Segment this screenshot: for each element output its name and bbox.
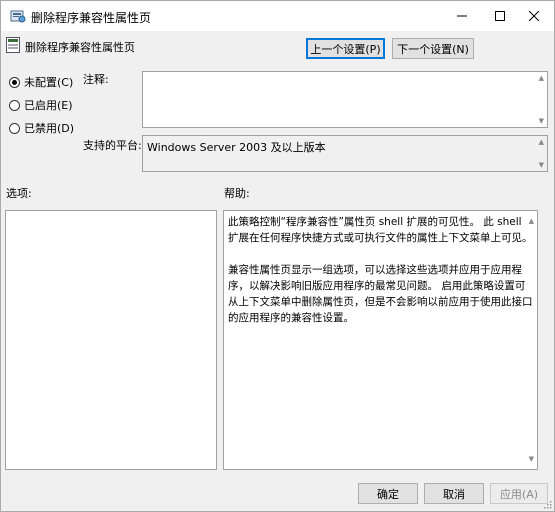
- next-setting-button[interactable]: 下一个设置(N): [392, 38, 474, 59]
- help-paragraph: 兼容性属性页显示一组选项，可以选择这些选项并应用于应用程序，以解决影响旧版应用程…: [228, 264, 533, 324]
- help-pane[interactable]: 此策略控制“程序兼容性”属性页 shell 扩展的可见性。 此 shell 扩展…: [223, 210, 538, 470]
- radio-label: 已禁用(D): [24, 122, 75, 135]
- comment-label: 注释:: [83, 73, 109, 86]
- supported-platform-value: Windows Server 2003 及以上版本: [147, 141, 326, 154]
- scroll-up-icon[interactable]: ▲: [539, 138, 544, 146]
- close-icon: [529, 11, 539, 21]
- scroll-down-icon[interactable]: ▼: [529, 451, 534, 467]
- policy-title: 删除程序兼容性属性页: [25, 41, 135, 54]
- scroll-down-icon[interactable]: ▼: [539, 161, 544, 169]
- minimize-icon: [457, 15, 467, 17]
- supported-platform-label: 支持的平台:: [83, 139, 142, 152]
- radio-unchecked-icon: [9, 99, 20, 111]
- resize-grip-icon[interactable]: [542, 499, 552, 509]
- radio-label: 未配置(C): [24, 76, 74, 89]
- help-label: 帮助:: [224, 187, 250, 200]
- title-bar[interactable]: 删除程序兼容性属性页: [1, 1, 554, 31]
- maximize-icon: [495, 11, 505, 21]
- options-pane: [5, 210, 217, 470]
- radio-checked-icon: [9, 76, 20, 88]
- policy-dialog: 删除程序兼容性属性页 删除程序兼容性属性页 上一个设置(P) 下一个设置(N) …: [0, 0, 555, 512]
- scroll-up-icon[interactable]: ▲: [539, 74, 544, 82]
- ok-button[interactable]: 确定: [358, 483, 418, 504]
- scroll-down-icon[interactable]: ▼: [539, 117, 544, 125]
- radio-unchecked-icon: [9, 122, 20, 134]
- policy-setting-icon: [6, 37, 20, 53]
- previous-setting-button[interactable]: 上一个设置(P): [306, 38, 385, 59]
- window-title: 删除程序兼容性属性页: [31, 11, 152, 25]
- apply-button[interactable]: 应用(A): [490, 483, 548, 504]
- cancel-button[interactable]: 取消: [424, 483, 484, 504]
- radio-enabled[interactable]: 已启用(E): [9, 97, 73, 113]
- close-button[interactable]: [511, 1, 555, 31]
- help-paragraph: 此策略控制“程序兼容性”属性页 shell 扩展的可见性。 此 shell 扩展…: [228, 216, 533, 244]
- radio-label: 已启用(E): [24, 99, 73, 112]
- policy-app-icon: [10, 10, 26, 23]
- radio-not-configured[interactable]: 未配置(C): [9, 74, 73, 90]
- comment-textarea[interactable]: ▲ ▼: [142, 71, 548, 128]
- options-label: 选项:: [6, 187, 32, 200]
- scroll-up-icon[interactable]: ▲: [529, 213, 534, 229]
- radio-disabled[interactable]: 已禁用(D): [9, 120, 74, 136]
- supported-platform-box: Windows Server 2003 及以上版本 ▲ ▼: [142, 135, 548, 172]
